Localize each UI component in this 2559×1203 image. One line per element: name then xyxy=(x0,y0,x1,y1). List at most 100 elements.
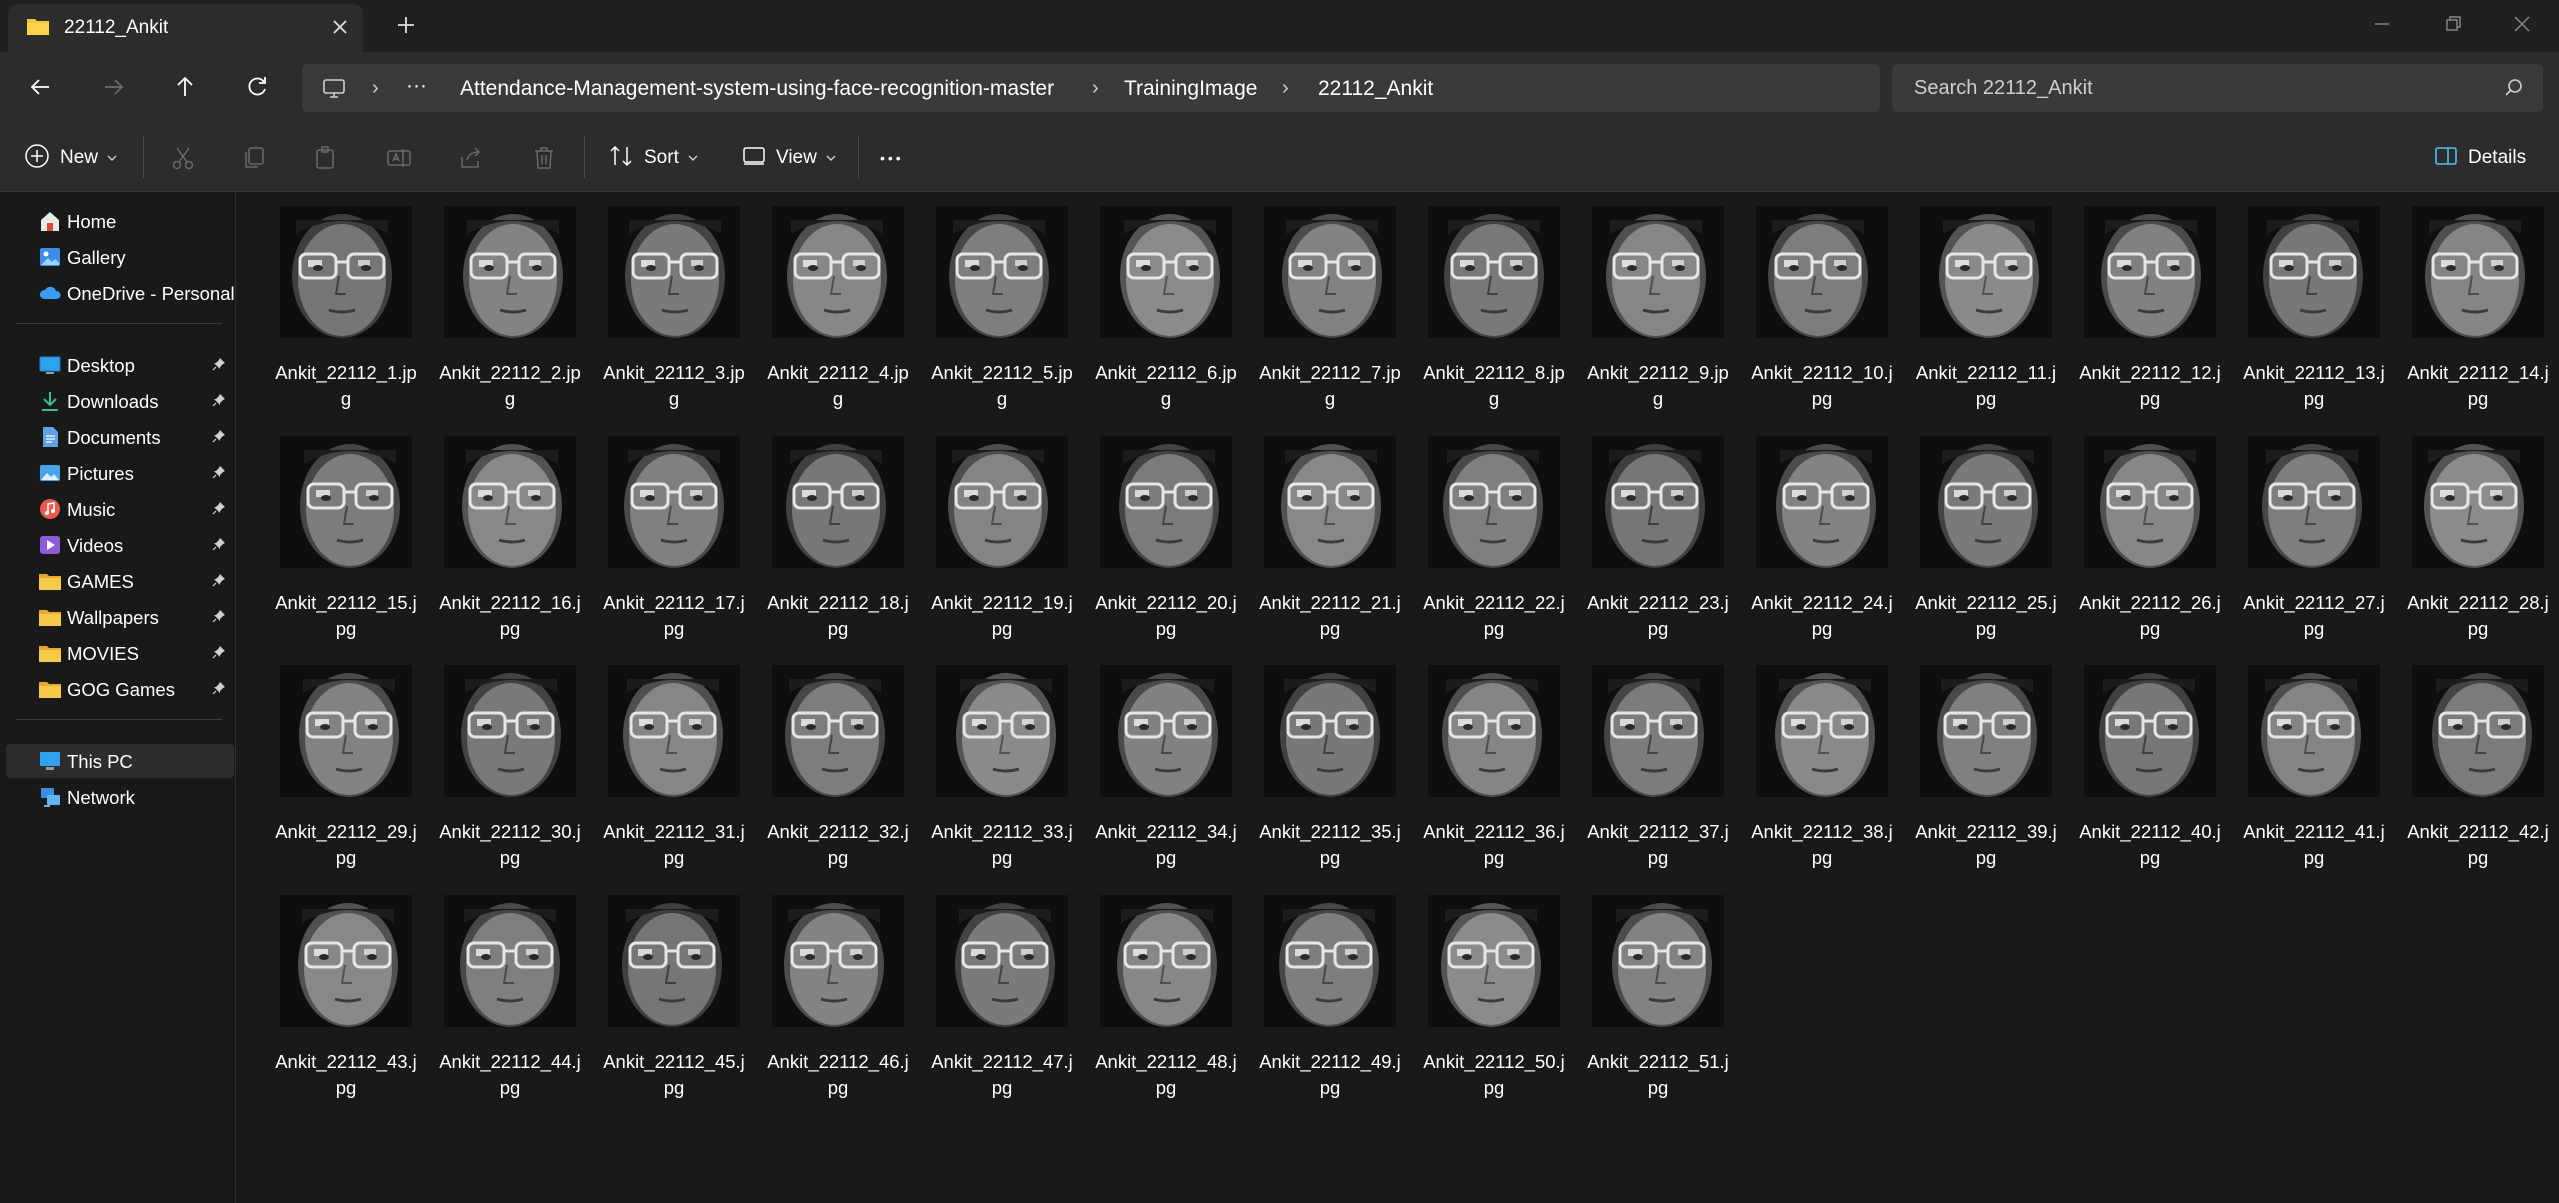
sidebar-item-network[interactable]: Network xyxy=(6,780,234,814)
back-icon[interactable] xyxy=(28,74,54,100)
forward-icon[interactable] xyxy=(100,74,126,100)
pin-icon[interactable] xyxy=(212,465,226,484)
sidebar-item-onedrive-personal[interactable]: OneDrive - Personal xyxy=(6,276,235,310)
file-item[interactable]: Ankit_22112_36.j pg xyxy=(1414,651,1574,879)
file-item[interactable]: Ankit_22112_30.j pg xyxy=(430,651,590,879)
file-item[interactable]: Ankit_22112_19.j pg xyxy=(922,422,1082,650)
file-item[interactable]: Ankit_22112_46.j pg xyxy=(758,881,918,1109)
up-icon[interactable] xyxy=(172,74,198,100)
sidebar-item-videos[interactable]: Videos xyxy=(6,528,234,562)
more-options-button[interactable]: ••• xyxy=(880,144,904,172)
paste-icon[interactable] xyxy=(313,144,339,172)
share-icon[interactable] xyxy=(458,144,484,172)
pin-icon[interactable] xyxy=(212,573,226,592)
file-item[interactable]: Ankit_22112_32.j pg xyxy=(758,651,918,879)
restore-icon[interactable] xyxy=(2441,12,2465,41)
file-item[interactable]: Ankit_22112_21.j pg xyxy=(1250,422,1410,650)
view-button[interactable]: View xyxy=(742,144,837,172)
pin-icon[interactable] xyxy=(212,429,226,448)
file-item[interactable]: Ankit_22112_42.j pg xyxy=(2398,651,2558,879)
file-item[interactable]: Ankit_22112_49.j pg xyxy=(1250,881,1410,1109)
file-item[interactable]: Ankit_22112_10.j pg xyxy=(1742,192,1902,420)
file-item[interactable]: Ankit_22112_5.jp g xyxy=(922,192,1082,420)
sidebar-item-downloads[interactable]: Downloads xyxy=(6,384,234,418)
pin-icon[interactable] xyxy=(212,501,226,520)
file-item[interactable]: Ankit_22112_51.j pg xyxy=(1578,881,1738,1109)
file-item[interactable]: Ankit_22112_35.j pg xyxy=(1250,651,1410,879)
sidebar-item-this-pc[interactable]: This PC xyxy=(6,744,234,778)
pin-icon[interactable] xyxy=(212,357,226,376)
pin-icon[interactable] xyxy=(212,681,226,700)
rename-icon[interactable] xyxy=(386,144,412,172)
file-item[interactable]: Ankit_22112_6.jp g xyxy=(1086,192,1246,420)
file-item[interactable]: Ankit_22112_4.jp g xyxy=(758,192,918,420)
sidebar-item-games[interactable]: GAMES xyxy=(6,564,234,598)
new-tab-icon[interactable] xyxy=(394,13,418,42)
file-item[interactable]: Ankit_22112_17.j pg xyxy=(594,422,754,650)
sidebar-item-desktop[interactable]: Desktop xyxy=(6,348,234,382)
search-input[interactable]: Search 22112_Ankit xyxy=(1892,64,2543,112)
sidebar-item-music[interactable]: Music xyxy=(6,492,234,526)
details-button[interactable]: Details xyxy=(2434,144,2526,172)
file-item[interactable]: Ankit_22112_44.j pg xyxy=(430,881,590,1109)
sort-button[interactable]: Sort xyxy=(608,144,699,172)
file-item[interactable]: Ankit_22112_48.j pg xyxy=(1086,881,1246,1109)
file-item[interactable]: Ankit_22112_9.jp g xyxy=(1578,192,1738,420)
file-item[interactable]: Ankit_22112_38.j pg xyxy=(1742,651,1902,879)
file-item[interactable]: Ankit_22112_7.jp g xyxy=(1250,192,1410,420)
sidebar-item-documents[interactable]: Documents xyxy=(6,420,234,454)
pin-icon[interactable] xyxy=(212,645,226,664)
file-item[interactable]: Ankit_22112_2.jp g xyxy=(430,192,590,420)
file-item[interactable]: Ankit_22112_16.j pg xyxy=(430,422,590,650)
file-item[interactable]: Ankit_22112_3.jp g xyxy=(594,192,754,420)
file-item[interactable]: Ankit_22112_33.j pg xyxy=(922,651,1082,879)
tab-active[interactable]: 22112_Ankit xyxy=(8,4,363,52)
close-tab-icon[interactable] xyxy=(330,17,350,42)
pin-icon[interactable] xyxy=(212,537,226,556)
breadcrumb-current[interactable]: 22112_Ankit xyxy=(1318,77,1433,101)
file-item[interactable]: Ankit_22112_29.j pg xyxy=(266,651,426,879)
file-item[interactable]: Ankit_22112_8.jp g xyxy=(1414,192,1574,420)
minimize-icon[interactable] xyxy=(2370,12,2394,41)
sidebar-item-pictures[interactable]: Pictures xyxy=(6,456,234,490)
file-item[interactable]: Ankit_22112_34.j pg xyxy=(1086,651,1246,879)
file-item[interactable]: Ankit_22112_25.j pg xyxy=(1906,422,2066,650)
file-item[interactable]: Ankit_22112_31.j pg xyxy=(594,651,754,879)
breadcrumb-traininimage[interactable]: TrainingImage xyxy=(1124,77,1257,101)
file-item[interactable]: Ankit_22112_18.j pg xyxy=(758,422,918,650)
close-window-icon[interactable] xyxy=(2510,12,2534,41)
breadcrumb-overflow[interactable]: ··· xyxy=(406,74,427,98)
file-item[interactable]: Ankit_22112_12.j pg xyxy=(2070,192,2230,420)
file-item[interactable]: Ankit_22112_50.j pg xyxy=(1414,881,1574,1109)
delete-icon[interactable] xyxy=(531,144,557,172)
file-item[interactable]: Ankit_22112_20.j pg xyxy=(1086,422,1246,650)
file-item[interactable]: Ankit_22112_24.j pg xyxy=(1742,422,1902,650)
file-item[interactable]: Ankit_22112_13.j pg xyxy=(2234,192,2394,420)
sidebar-item-home[interactable]: Home xyxy=(6,204,234,238)
cut-icon[interactable] xyxy=(170,144,196,172)
file-item[interactable]: Ankit_22112_14.j pg xyxy=(2398,192,2558,420)
file-item[interactable]: Ankit_22112_28.j pg xyxy=(2398,422,2558,650)
file-item[interactable]: Ankit_22112_15.j pg xyxy=(266,422,426,650)
file-item[interactable]: Ankit_22112_43.j pg xyxy=(266,881,426,1109)
file-item[interactable]: Ankit_22112_1.jp g xyxy=(266,192,426,420)
address-bar[interactable]: › ··· Attendance-Management-system-using… xyxy=(302,64,1880,112)
file-item[interactable]: Ankit_22112_39.j pg xyxy=(1906,651,2066,879)
file-item[interactable]: Ankit_22112_26.j pg xyxy=(2070,422,2230,650)
file-item[interactable]: Ankit_22112_22.j pg xyxy=(1414,422,1574,650)
file-item[interactable]: Ankit_22112_47.j pg xyxy=(922,881,1082,1109)
file-item[interactable]: Ankit_22112_11.j pg xyxy=(1906,192,2066,420)
breadcrumb-project[interactable]: Attendance-Management-system-using-face-… xyxy=(460,77,1054,101)
copy-icon[interactable] xyxy=(241,144,267,172)
file-item[interactable]: Ankit_22112_27.j pg xyxy=(2234,422,2394,650)
file-item[interactable]: Ankit_22112_45.j pg xyxy=(594,881,754,1109)
pin-icon[interactable] xyxy=(212,609,226,628)
file-item[interactable]: Ankit_22112_41.j pg xyxy=(2234,651,2394,879)
sidebar-item-wallpapers[interactable]: Wallpapers xyxy=(6,600,234,634)
new-button[interactable]: New xyxy=(24,143,118,172)
sidebar-item-gog-games[interactable]: GOG Games xyxy=(6,672,234,706)
sidebar-item-movies[interactable]: MOVIES xyxy=(6,636,234,670)
file-item[interactable]: Ankit_22112_23.j pg xyxy=(1578,422,1738,650)
pin-icon[interactable] xyxy=(212,393,226,412)
sidebar-item-gallery[interactable]: Gallery xyxy=(6,240,234,274)
